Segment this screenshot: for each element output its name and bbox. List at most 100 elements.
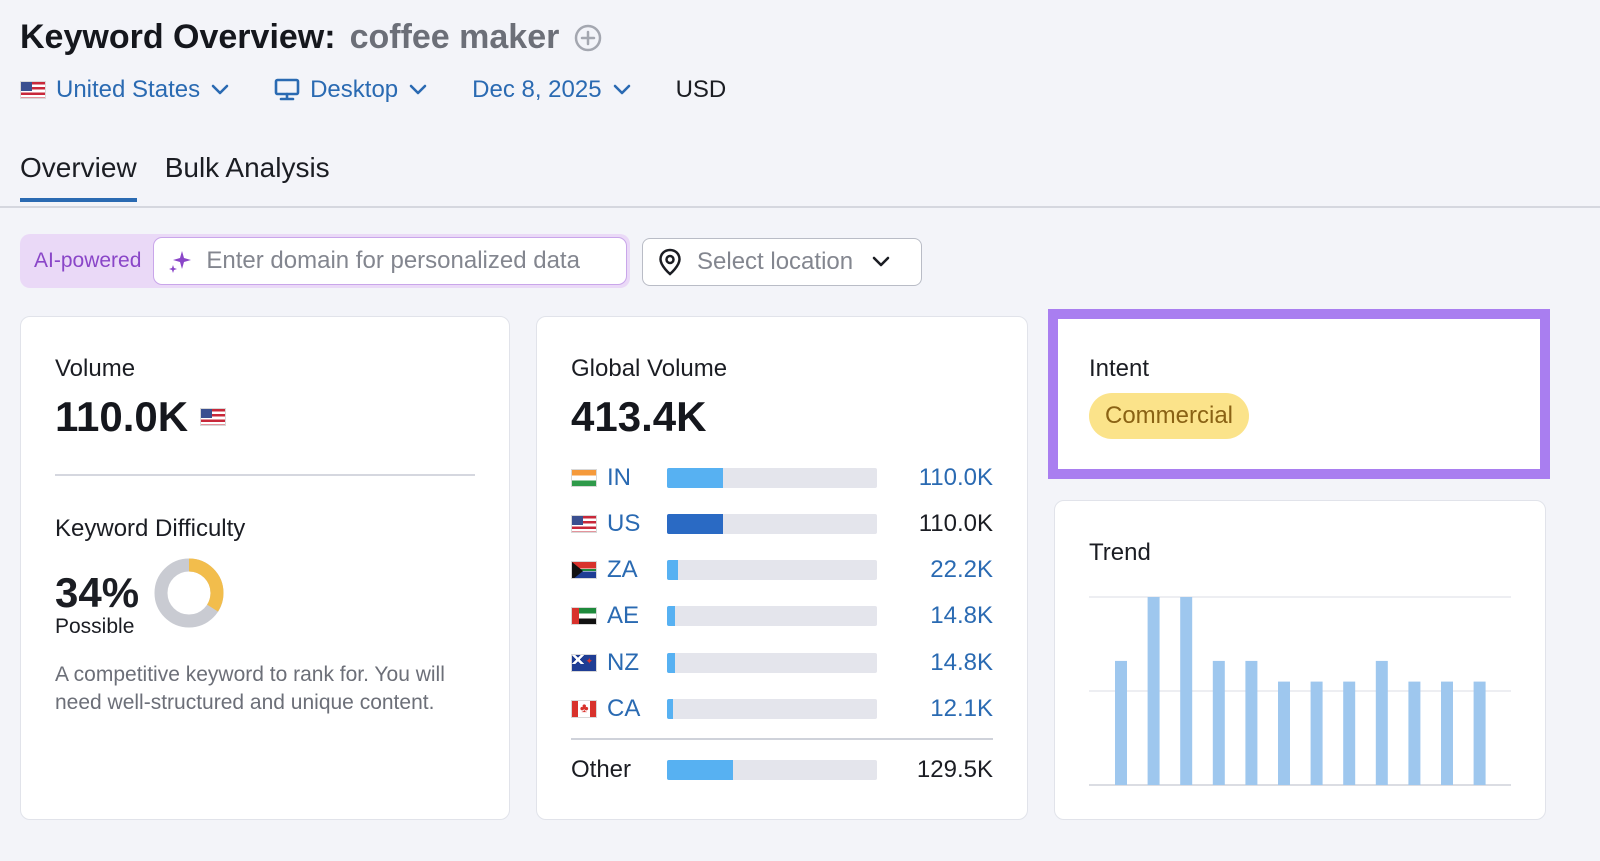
other-bar-track: [667, 760, 877, 780]
country-volume-value: 110.0K: [918, 510, 993, 537]
desktop-icon: [274, 78, 300, 101]
domain-input[interactable]: Enter domain for personalized data: [153, 237, 627, 285]
trend-bar[interactable]: [1473, 681, 1486, 785]
country-volume-value[interactable]: 12.1K: [930, 695, 993, 723]
trend-bar[interactable]: [1278, 681, 1290, 785]
keyword-difficulty-level: Possible: [55, 615, 135, 638]
intent-highlight-box: [1048, 309, 1550, 479]
us-flag-icon: [571, 515, 597, 533]
other-countries-row: Other 129.5K: [571, 755, 993, 785]
page-title: Keyword Overview:: [20, 18, 336, 56]
country-volume-value[interactable]: 110.0K: [919, 464, 993, 492]
date-dropdown[interactable]: Dec 8, 2025: [472, 76, 631, 104]
location-placeholder: Select location: [697, 248, 854, 275]
country-row: IN 110.0K: [571, 463, 993, 493]
country-bar-track: [667, 606, 877, 626]
country-code-link[interactable]: NZ: [607, 649, 665, 677]
global-volume-card: Global Volume 413.4K IN 110.0K US 110.0K ZA 2…: [536, 316, 1028, 820]
keyword-difficulty-label: Keyword Difficulty: [55, 515, 246, 542]
volume-divider: [55, 474, 475, 476]
trend-bar[interactable]: [1180, 597, 1193, 785]
country-row: CA 12.1K: [571, 694, 993, 724]
tab-bulk-analysis[interactable]: Bulk Analysis: [165, 152, 330, 202]
trend-label: Trend: [1089, 539, 1151, 566]
country-bar-fill: [667, 468, 723, 488]
country-dropdown[interactable]: United States: [20, 76, 230, 104]
za-flag-icon: [571, 561, 597, 579]
filters-bar: United States Desktop Dec 8, 2025 USD: [20, 76, 726, 104]
ae-flag-icon: [571, 607, 597, 625]
trend-bar[interactable]: [1375, 660, 1388, 785]
chevron-down-icon: [613, 84, 630, 95]
plus-circle-icon[interactable]: [573, 23, 603, 53]
other-bar-fill: [667, 760, 733, 780]
chevron-down-icon: [211, 84, 229, 95]
country-bar-fill: [667, 699, 673, 719]
volume-value: 110.0K: [55, 393, 189, 440]
trend-bar[interactable]: [1212, 660, 1225, 785]
country-bar-fill: [667, 514, 723, 534]
trend-bar[interactable]: [1343, 681, 1356, 785]
country-bar-track: [667, 653, 877, 673]
page-header: Keyword Overview: coffee maker: [20, 18, 603, 57]
currency-label: USD: [675, 76, 727, 103]
trend-bar[interactable]: [1408, 681, 1421, 785]
trend-chart: [1089, 596, 1511, 786]
location-select[interactable]: Select location: [642, 238, 922, 286]
difficulty-donut-chart: [154, 558, 224, 628]
chevron-down-icon: [409, 84, 427, 95]
country-row: NZ 14.8K: [571, 648, 993, 678]
keyword-difficulty-value: 34%: [55, 569, 140, 616]
domain-input-placeholder: Enter domain for personalized data: [206, 247, 580, 274]
tab-overview[interactable]: Overview: [20, 152, 137, 202]
country-volume-value[interactable]: 14.8K: [930, 602, 993, 630]
country-volume-value[interactable]: 22.2K: [930, 556, 993, 584]
country-code-link[interactable]: US: [607, 510, 665, 538]
device-label: Desktop: [310, 76, 399, 103]
country-bar-track: [667, 468, 877, 488]
other-value: 129.5K: [916, 756, 993, 783]
volume-value-row: 110.0K: [55, 393, 227, 441]
trend-bar[interactable]: [1441, 681, 1453, 785]
chevron-down-icon: [872, 256, 890, 267]
sparkle-icon: [169, 251, 192, 273]
volume-card: Volume 110.0K Keyword Difficulty 34% Pos…: [20, 316, 510, 820]
trend-bar[interactable]: [1147, 597, 1160, 785]
ai-domain-box: AI-powered Enter domain for personalized…: [20, 234, 630, 288]
map-pin-icon: [659, 248, 681, 276]
trend-card: Trend: [1054, 500, 1546, 820]
ca-flag-icon: [571, 700, 597, 718]
country-row: AE 14.8K: [571, 601, 993, 631]
date-label: Dec 8, 2025: [472, 76, 602, 103]
us-flag-icon: [200, 408, 227, 426]
country-code-link[interactable]: CA: [607, 695, 665, 723]
country-bar-fill: [667, 560, 678, 580]
country-row: ZA 22.2K: [571, 555, 993, 585]
trend-bar[interactable]: [1310, 681, 1323, 785]
trend-bar[interactable]: [1115, 660, 1127, 785]
us-flag-icon: [20, 81, 46, 99]
nz-flag-icon: [571, 654, 597, 672]
tab-bar: Overview Bulk Analysis: [20, 152, 330, 202]
global-volume-value: 413.4K: [571, 393, 707, 440]
volume-label: Volume: [55, 355, 136, 382]
device-dropdown[interactable]: Desktop: [274, 76, 428, 104]
in-flag-icon: [571, 469, 597, 487]
country-code-link[interactable]: ZA: [607, 556, 665, 584]
country-bar-track: [667, 514, 877, 534]
country-bar-fill: [667, 606, 675, 626]
tabs-divider: [0, 206, 1600, 208]
country-code-link[interactable]: AE: [607, 602, 665, 630]
trend-bar[interactable]: [1245, 660, 1258, 785]
country-label: United States: [56, 76, 201, 103]
country-bar-fill: [667, 653, 675, 673]
country-code-link[interactable]: IN: [607, 464, 665, 492]
global-volume-label: Global Volume: [571, 355, 728, 382]
global-volume-divider: [571, 738, 993, 740]
country-row: US 110.0K: [571, 509, 993, 539]
country-bar-track: [667, 560, 877, 580]
ai-powered-badge: AI-powered: [34, 249, 142, 272]
country-volume-value[interactable]: 14.8K: [930, 649, 993, 677]
country-bar-track: [667, 699, 877, 719]
other-label: Other: [571, 756, 632, 783]
